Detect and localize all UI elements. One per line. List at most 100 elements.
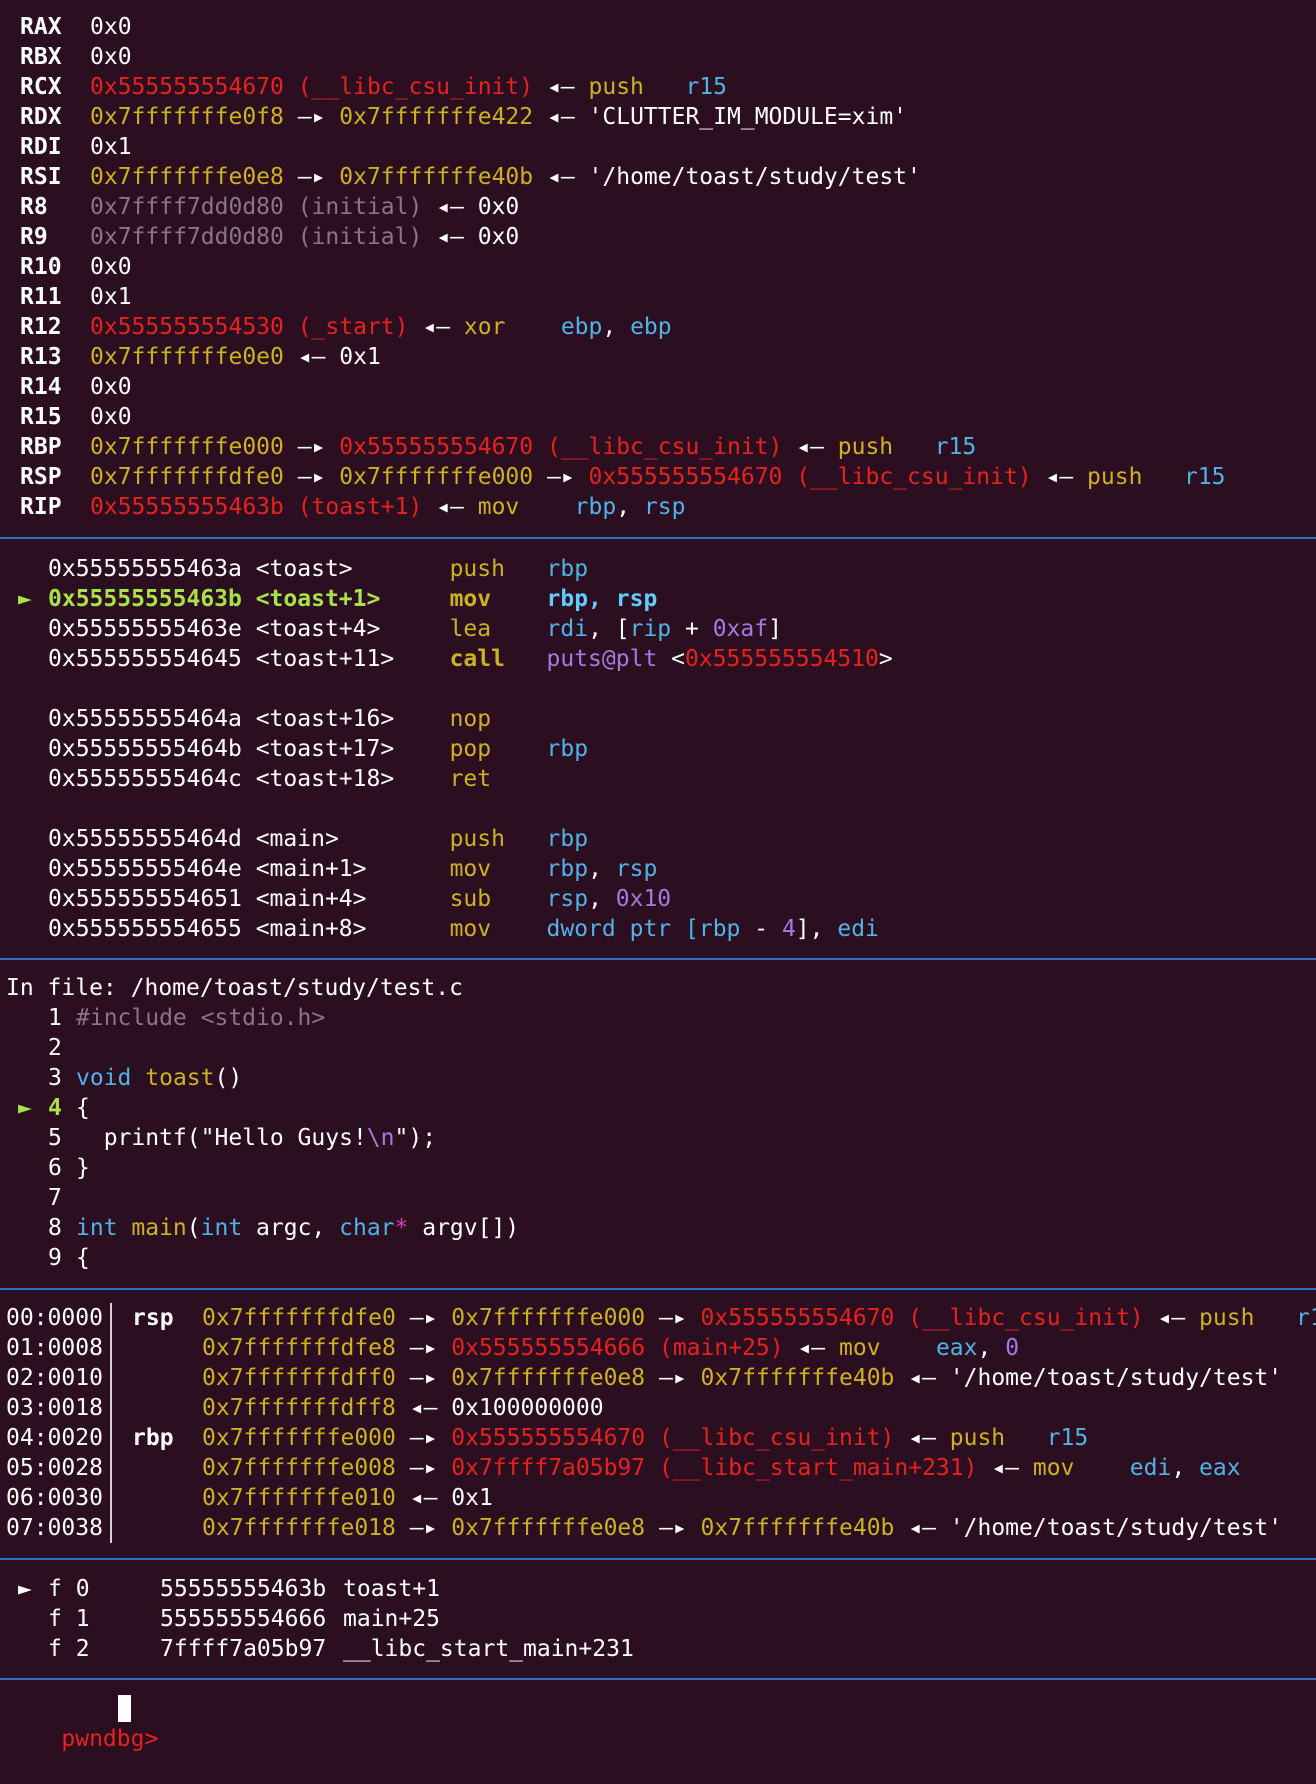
line-number: 5 <box>48 1125 62 1151</box>
text-segment: , <box>977 1335 1006 1361</box>
text-segment: ◂— <box>395 1485 452 1511</box>
text-segment: dword ptr [ <box>546 916 699 942</box>
line-number: 1 <box>48 1005 62 1031</box>
text-segment: 0x1 <box>339 344 381 370</box>
source-file-header: In file: /home/toast/study/test.c <box>6 973 463 1003</box>
stack-entry: 0x7fffffffe018 —▸ 0x7fffffffe0e8 —▸ 0x7f… <box>202 1513 1282 1543</box>
text-segment: pop <box>449 736 547 762</box>
register-name: R9 <box>20 224 48 250</box>
text-segment: —▸ <box>283 104 340 130</box>
register-row: R8 <box>20 192 48 222</box>
backtrace-frame: f 1 <box>48 1604 90 1634</box>
text-segment: push <box>449 556 547 582</box>
text-segment: mov <box>449 856 547 882</box>
text-segment: 4 <box>781 916 796 942</box>
separator <box>0 1678 1316 1680</box>
text-segment: mov <box>477 494 575 520</box>
text-segment: ◂— <box>422 194 478 220</box>
stack-offset: 04:0020 <box>6 1425 103 1451</box>
text-segment: argv[]) <box>422 1215 520 1241</box>
source-line: int main(int argc, char* argv[]) <box>76 1213 519 1243</box>
text-segment: ◂— <box>894 1425 950 1451</box>
line-number: 9 <box>48 1245 62 1271</box>
text-segment: 0x55555555463b <toast+1> <box>48 586 450 612</box>
text-segment: + <box>671 616 713 642</box>
text-segment: 0xaf <box>712 616 769 642</box>
stack-index: 06:0030 <box>6 1483 103 1513</box>
text-segment: ◂— <box>1031 464 1088 490</box>
text-segment: rbp <box>574 494 617 520</box>
text-segment: —▸ <box>533 464 589 490</box>
text-segment: 0x555555554530 (_start) <box>90 314 409 340</box>
text-segment: mov <box>449 916 547 942</box>
frame-symbol: main+25 <box>343 1606 440 1632</box>
stack-offset: 05:0028 <box>6 1455 103 1481</box>
register-name: RDI <box>20 134 62 160</box>
text-segment: eax <box>1199 1455 1241 1481</box>
text-segment: push <box>449 826 547 852</box>
source-line-number: 7 <box>48 1183 62 1213</box>
register-name: RSI <box>20 164 62 190</box>
text-segment: eax <box>935 1335 978 1361</box>
pwndbg-terminal[interactable]: RAX 0x0 RBX 0x0 RCX 0x555555554670 (__libc_cs… <box>0 0 1316 1752</box>
backtrace-symbol: main+25 <box>343 1604 440 1634</box>
text-segment: —▸ <box>283 164 340 190</box>
text-segment: 0x7fffffffe010 <box>202 1485 396 1511</box>
text-segment: —▸ <box>395 1515 452 1541</box>
register-name: RSP <box>20 464 62 490</box>
separator <box>0 958 1316 960</box>
command-prompt[interactable]: pwndbg> <box>6 1694 172 1752</box>
text-segment: 0x7fffffffdff8 <box>202 1395 396 1421</box>
register-row: R9 <box>20 222 48 252</box>
register-name: R10 <box>20 254 62 280</box>
disasm-line: 0x55555555463b <toast+1> mov rbp, rsp <box>48 584 657 614</box>
register-name: R15 <box>20 404 62 430</box>
text-segment: ◂— <box>533 74 589 100</box>
register-value: 0x0 <box>90 402 132 432</box>
text-segment: 0x55555555463b (toast+1) <box>90 494 423 520</box>
text-segment: 0x0 <box>477 224 520 250</box>
stack-offset: 07:0038 <box>6 1515 103 1541</box>
text-segment: ] <box>768 616 782 642</box>
text-segment: ◂— <box>395 1395 452 1421</box>
text-segment: '/home/toast/study/test' <box>949 1515 1283 1541</box>
text-cursor <box>118 1695 131 1722</box>
text-segment: 0x100000000 <box>451 1395 604 1421</box>
text-segment: 0x0 <box>90 404 132 430</box>
text-segment: 0x555555554655 <main+8> <box>48 916 450 942</box>
disasm-line: 0x555555554655 <main+8> mov dword ptr [r… <box>48 914 879 944</box>
source-line-number: 2 <box>48 1033 62 1063</box>
source-line-number: 4 <box>48 1093 62 1123</box>
text-segment: 0x555555554670 (__libc_csu_init) <box>451 1425 895 1451</box>
text-segment: < <box>657 646 685 672</box>
text-segment: 0x555555554670 (__libc_csu_init) <box>700 1305 1144 1331</box>
separator <box>0 1558 1316 1560</box>
text-segment: 0x55555555464a <toast+16> <box>48 706 450 732</box>
frame-index: f 1 <box>48 1606 90 1632</box>
text-segment: push <box>1087 464 1184 490</box>
line-number: 2 <box>48 1035 62 1061</box>
disasm-line: 0x55555555464e <main+1> mov rbp, rsp <box>48 854 657 884</box>
text-segment: ◂— <box>533 104 589 130</box>
text-segment: printf("Hello Guys! <box>76 1125 367 1151</box>
text-segment: —▸ <box>395 1455 452 1481</box>
text-segment: "); <box>394 1125 437 1151</box>
backtrace-address: 55555555463b <box>160 1574 326 1604</box>
register-value: 0x1 <box>90 282 132 312</box>
register-row: R15 <box>20 402 62 432</box>
source-line: } <box>76 1153 90 1183</box>
source-line: void toast() <box>76 1063 242 1093</box>
stack-entry: 0x7fffffffe010 ◂— 0x1 <box>202 1483 493 1513</box>
source-line: #include <stdio.h> <box>76 1003 325 1033</box>
backtrace-symbol: __libc_start_main+231 <box>343 1634 634 1664</box>
text-segment: 0x7fffffffe008 <box>202 1455 396 1481</box>
register-name: RBX <box>20 44 62 70</box>
text-segment: #include <stdio.h> <box>76 1005 326 1031</box>
text-segment: 0x7fffffffe000 <box>90 434 284 460</box>
text-segment: , [ <box>588 616 630 642</box>
text-segment: 0x1 <box>90 284 132 310</box>
text-segment: 0x55555555464c <toast+18> <box>48 766 450 792</box>
text-segment: 0x1 <box>90 134 132 160</box>
text-segment: xor <box>463 314 561 340</box>
stack-register: rsp <box>132 1303 174 1333</box>
